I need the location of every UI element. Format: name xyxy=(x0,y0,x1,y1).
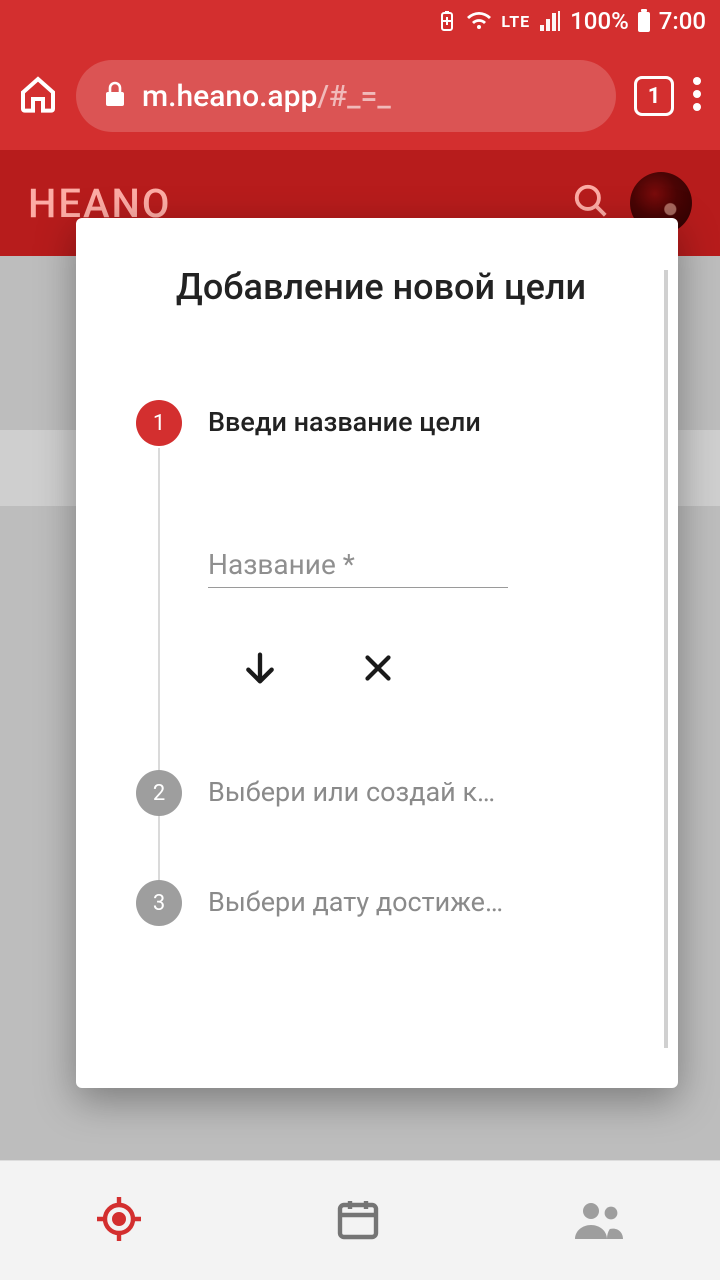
battery-pct-label: 100% xyxy=(570,7,629,35)
step-2-label: Выбери или создай к… xyxy=(208,770,495,808)
step-2[interactable]: 2 Выбери или создай к… xyxy=(136,770,638,816)
tab-switcher[interactable]: 1 xyxy=(634,76,674,116)
kebab-menu-icon[interactable] xyxy=(692,76,702,116)
nav-goals[interactable] xyxy=(95,1195,143,1247)
modal-title: Добавление новой цели xyxy=(124,266,638,308)
people-icon xyxy=(573,1228,625,1247)
nav-calendar[interactable] xyxy=(334,1195,382,1247)
home-icon[interactable] xyxy=(18,74,58,118)
clock-label: 7:00 xyxy=(659,7,706,35)
signal-icon xyxy=(538,11,562,31)
step-3[interactable]: 3 Выбери дату достиже… xyxy=(136,880,638,926)
lock-icon xyxy=(104,81,126,111)
step-1-number: 1 xyxy=(136,400,182,446)
target-icon xyxy=(95,1228,143,1247)
browser-toolbar: m.heano.app/#_=_ 1 xyxy=(0,42,720,150)
step-1-body xyxy=(208,542,638,588)
step-1-actions xyxy=(236,644,638,692)
stepper-rail xyxy=(158,448,160,902)
modal-scrollbar[interactable] xyxy=(664,270,668,1048)
network-type-label: LTE xyxy=(501,12,530,31)
step-1-label: Введи название цели xyxy=(208,400,481,438)
cancel-step-button[interactable] xyxy=(354,644,402,692)
add-goal-modal: Добавление новой цели 1 Введи название ц… xyxy=(76,218,678,1088)
nav-people[interactable] xyxy=(573,1195,625,1247)
battery-icon xyxy=(637,9,651,33)
step-3-label: Выбери дату достиже… xyxy=(208,880,503,918)
url-text: m.heano.app/#_=_ xyxy=(142,79,391,114)
url-path: /#_=_ xyxy=(317,79,391,114)
calendar-icon xyxy=(334,1228,382,1247)
bottom-nav xyxy=(0,1160,720,1280)
url-host: m.heano.app xyxy=(142,79,317,114)
battery-saver-icon xyxy=(437,10,457,32)
wifi-icon xyxy=(465,10,493,32)
goal-name-input[interactable] xyxy=(208,542,508,588)
step-2-number: 2 xyxy=(136,770,182,816)
url-bar[interactable]: m.heano.app/#_=_ xyxy=(76,60,616,132)
tab-count-label: 1 xyxy=(648,84,661,109)
android-status-bar: LTE 100% 7:00 xyxy=(0,0,720,42)
step-1: 1 Введи название цели xyxy=(136,400,638,446)
stepper: 1 Введи название цели 2 Выбери или созда… xyxy=(124,400,638,926)
next-step-button[interactable] xyxy=(236,644,284,692)
step-3-number: 3 xyxy=(136,880,182,926)
